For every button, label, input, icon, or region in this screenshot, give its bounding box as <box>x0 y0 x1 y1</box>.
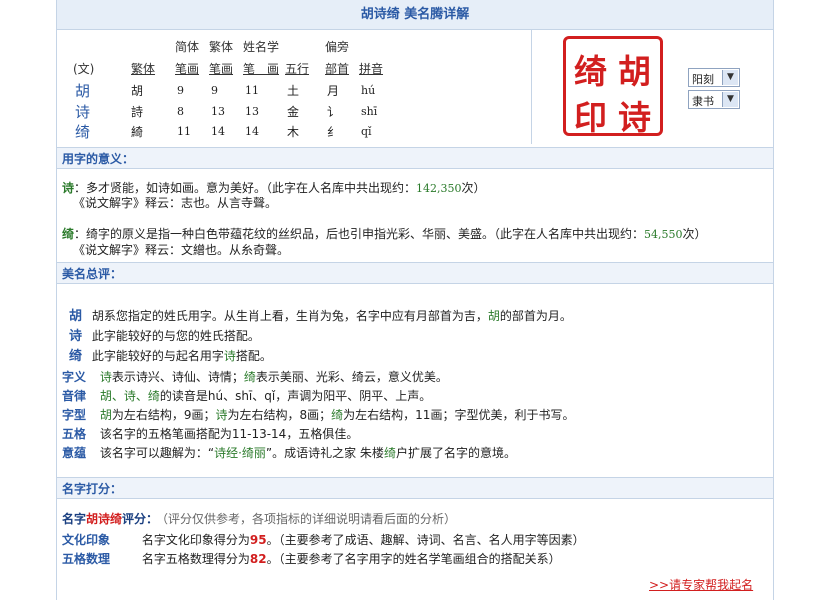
divider <box>531 30 532 144</box>
summary-heading: 美名总评： <box>57 262 773 284</box>
score-heading: 名字打分： <box>57 477 773 499</box>
header-simp-strokes: 笔画 <box>175 62 200 76</box>
header-traditional: 繁体 <box>209 40 234 54</box>
simp-strokes-hu: 9 <box>177 84 184 97</box>
seal-char: 诗 <box>618 98 651 137</box>
simp-strokes-qi: 11 <box>177 125 191 138</box>
meaning-heading: 用字的意义： <box>57 147 773 169</box>
chevron-down-icon[interactable]: ▼ <box>722 70 738 85</box>
header-radical: 偏旁 <box>325 40 350 54</box>
radical-qi: 纟 <box>327 125 340 139</box>
summary-row-wuge: 五格 该名字的五格笔画搭配为11-13-14，五格俱佳。 <box>62 427 359 441</box>
seal-char: 绮 <box>574 52 607 91</box>
summary-row-meaning: 字义 诗表示诗兴、诗仙、诗情；绮表示美丽、光彩、绮云，意义优美。 <box>62 370 448 384</box>
header-radical-2: 部首 <box>325 62 350 76</box>
header-trad-strokes: 笔画 <box>209 62 234 76</box>
chevron-down-icon[interactable]: ▼ <box>722 92 738 107</box>
trad-hu: 胡 <box>131 84 144 98</box>
seal-char: 印 <box>574 98 607 137</box>
score-row-culture: 文化印象 名字文化印象得分为95。（主要参考了成语、趣解、诗词、名言、名人用字等… <box>62 533 585 547</box>
expert-naming-link[interactable]: >>请专家帮我起名 <box>649 576 753 593</box>
seal-char: 胡 <box>618 52 651 91</box>
trad-qi: 綺 <box>131 125 144 139</box>
page-title: 胡诗绮 美名腾详解 <box>57 0 773 30</box>
radical-shi: 讠 <box>327 105 340 119</box>
name-strokes-qi: 14 <box>245 125 259 138</box>
summary-row-tone: 音律 胡、诗、绮的读音是hú、shī、qǐ，声调为阳平、阴平、上声。 <box>62 389 432 403</box>
char-qi: 绮 <box>75 123 91 141</box>
trad-strokes-hu: 9 <box>211 84 218 97</box>
char-shi: 诗 <box>75 103 91 121</box>
header-wen: (文) <box>73 62 95 76</box>
meaning-shuowen: 《说文解字》释云：文繒也。从糸奇聲。 <box>73 243 290 257</box>
pinyin-shi: shī <box>361 105 378 118</box>
meaning-shuowen: 《说文解字》释云：志也。从言寺聲。 <box>73 196 278 210</box>
summary-row-implication: 意蕴 该名字可以趣解为：“诗经·绮丽”。成语诗礼之家 朱楼绮户扩展了名字的意境。 <box>62 446 516 460</box>
summary-row-shape: 字型 胡为左右结构，9画；诗为左右结构，8画；绮为左右结构，11画；字型优美，利… <box>62 408 575 422</box>
header-pinyin: 拼音 <box>359 62 384 76</box>
trad-shi: 詩 <box>131 105 144 119</box>
name-seal-image: 胡 诗 绮 印 <box>563 36 663 137</box>
trad-strokes-qi: 14 <box>211 125 225 138</box>
radical-hu: 月 <box>327 84 340 98</box>
summary-char-row: 诗 此字能较好的与您的姓氏搭配。 <box>69 329 260 344</box>
name-strokes-hu: 11 <box>245 84 259 97</box>
header-simplified: 简体 <box>175 40 200 54</box>
header-trad-char: 繁体 <box>131 62 156 76</box>
pinyin-qi: qǐ <box>361 125 372 138</box>
score-row-wuge: 五格数理 名字五格数理得分为82。（主要参考了名字用字的姓名学笔画组合的搭配关系… <box>62 552 561 566</box>
summary-char-row: 绮 此字能较好的与起名用字诗搭配。 <box>69 349 272 364</box>
score-intro: 名字胡诗绮评分： （评分仅供参考，各项指标的详细说明请看后面的分析） <box>62 512 457 526</box>
pinyin-hu: hú <box>361 84 376 97</box>
content-frame: 胡诗绮 美名腾详解 简体 繁体 姓名学 偏旁 (文) 繁体 笔画 笔画 笔 画 … <box>56 0 774 600</box>
header-namestudy: 姓名学 <box>243 40 280 54</box>
summary-char-row: 胡 胡系您指定的姓氏用字。从生肖上看，生肖为兔，名字中应有月部首为吉，胡的部首为… <box>69 309 572 324</box>
char-hu: 胡 <box>75 82 91 100</box>
seal-font-select[interactable]: 隶书 ▼ <box>688 90 740 109</box>
header-wuxing: 五行 <box>285 62 310 76</box>
trad-strokes-shi: 13 <box>211 105 225 118</box>
wuxing-shi: 金 <box>287 105 300 119</box>
wuxing-hu: 土 <box>287 84 300 98</box>
simp-strokes-shi: 8 <box>177 105 184 118</box>
meaning-item: 绮：绮字的原义是指一种白色带蕴花纹的丝织品，后也引申指光彩、华丽、美盛。（此字在… <box>62 227 707 241</box>
header-name-strokes: 笔 画 <box>243 62 280 76</box>
name-strokes-shi: 13 <box>245 105 259 118</box>
wuxing-qi: 木 <box>287 125 300 139</box>
seal-style-select[interactable]: 阳刻 ▼ <box>688 68 740 87</box>
